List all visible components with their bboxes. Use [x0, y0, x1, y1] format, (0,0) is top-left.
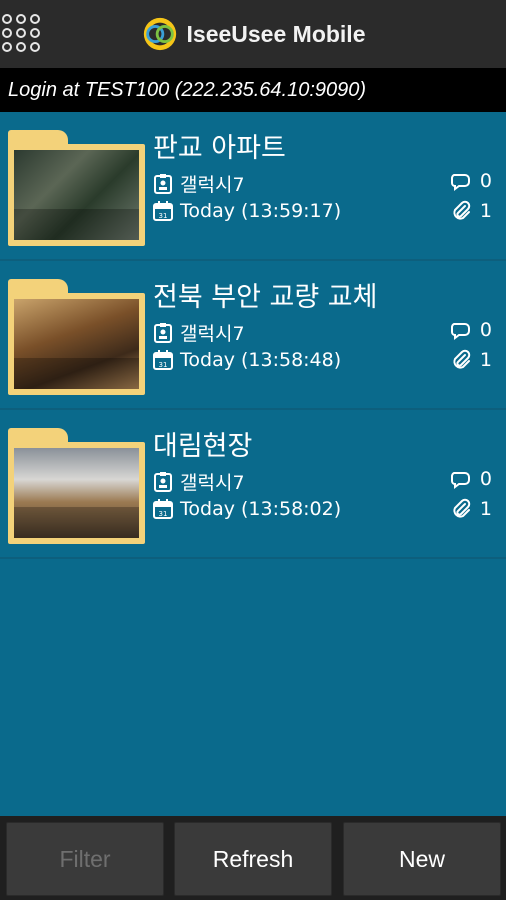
author-badge-icon [154, 322, 172, 343]
author-name: 갤럭시7 [180, 323, 245, 345]
folder-thumbnail [8, 130, 145, 246]
author-row: 갤럭시7 [152, 319, 245, 346]
item-title: 대림현장 [153, 431, 253, 462]
bottom-toolbar: Filter Refresh New [0, 816, 506, 900]
date-row: 31 Today (13:59:17) [152, 200, 341, 222]
item-date: Today (13:59:17) [180, 200, 342, 222]
svg-text:31: 31 [159, 212, 168, 220]
comment-count: 0 [450, 468, 492, 490]
folder-thumbnail [8, 279, 145, 395]
comment-count-value: 0 [479, 170, 492, 192]
item-date: Today (13:58:48) [180, 349, 342, 371]
filter-button[interactable]: Filter [6, 822, 164, 896]
author-badge-icon [154, 173, 172, 194]
attachment-count-value: 1 [479, 498, 492, 520]
author-row: 갤럭시7 [152, 468, 245, 495]
item-list: 판교 아파트 갤럭시7 31 Today (13:59:17) 0 1 전북 부… [0, 112, 506, 559]
comment-count-value: 0 [479, 319, 492, 341]
app-logo-icon [143, 17, 176, 51]
item-title: 전북 부안 교량 교체 [153, 282, 378, 313]
list-item[interactable]: 대림현장 갤럭시7 31 Today (13:58:02) 0 1 [0, 410, 506, 559]
attachment-count: 1 [450, 200, 492, 222]
date-row: 31 Today (13:58:02) [152, 498, 341, 520]
login-status-text: Login at TEST100 (222.235.64.10:9090) [8, 78, 367, 101]
author-row: 갤럭시7 [152, 170, 245, 197]
folder-thumbnail [8, 428, 145, 544]
date-row: 31 Today (13:58:48) [152, 349, 341, 371]
attachment-count-value: 1 [479, 200, 492, 222]
comment-count: 0 [450, 170, 492, 192]
list-item[interactable]: 전북 부안 교량 교체 갤럭시7 31 Today (13:58:48) 0 1 [0, 261, 506, 410]
author-name: 갤럭시7 [180, 472, 245, 494]
calendar-icon: 31 [153, 201, 173, 221]
attachment-count: 1 [450, 498, 492, 520]
author-name: 갤럭시7 [180, 174, 245, 196]
author-badge-icon [154, 471, 172, 492]
attachment-count: 1 [450, 349, 492, 371]
app-header: IseeUsee Mobile [0, 0, 506, 68]
svg-text:31: 31 [159, 361, 168, 369]
brand: IseeUsee Mobile [141, 15, 366, 53]
paperclip-icon [453, 200, 471, 220]
attachment-count-value: 1 [479, 349, 492, 371]
app-title: IseeUsee Mobile [186, 20, 366, 47]
grid-menu-icon[interactable] [0, 10, 46, 56]
item-date: Today (13:58:02) [180, 498, 342, 520]
login-status-bar: Login at TEST100 (222.235.64.10:9090) [0, 68, 506, 112]
refresh-button[interactable]: Refresh [174, 822, 332, 896]
comment-icon [450, 174, 470, 191]
new-button[interactable]: New [343, 822, 501, 896]
thumbnail-image [14, 299, 139, 389]
comment-count-value: 0 [479, 468, 492, 490]
calendar-icon: 31 [153, 350, 173, 370]
calendar-icon: 31 [153, 499, 173, 519]
list-item[interactable]: 판교 아파트 갤럭시7 31 Today (13:59:17) 0 1 [0, 112, 506, 261]
item-title: 판교 아파트 [153, 133, 286, 164]
comment-count: 0 [450, 319, 492, 341]
paperclip-icon [453, 349, 471, 369]
comment-icon [450, 323, 470, 340]
thumbnail-image [14, 448, 139, 538]
thumbnail-image [14, 150, 139, 240]
comment-icon [450, 472, 470, 489]
paperclip-icon [453, 498, 471, 518]
svg-text:31: 31 [159, 510, 168, 518]
